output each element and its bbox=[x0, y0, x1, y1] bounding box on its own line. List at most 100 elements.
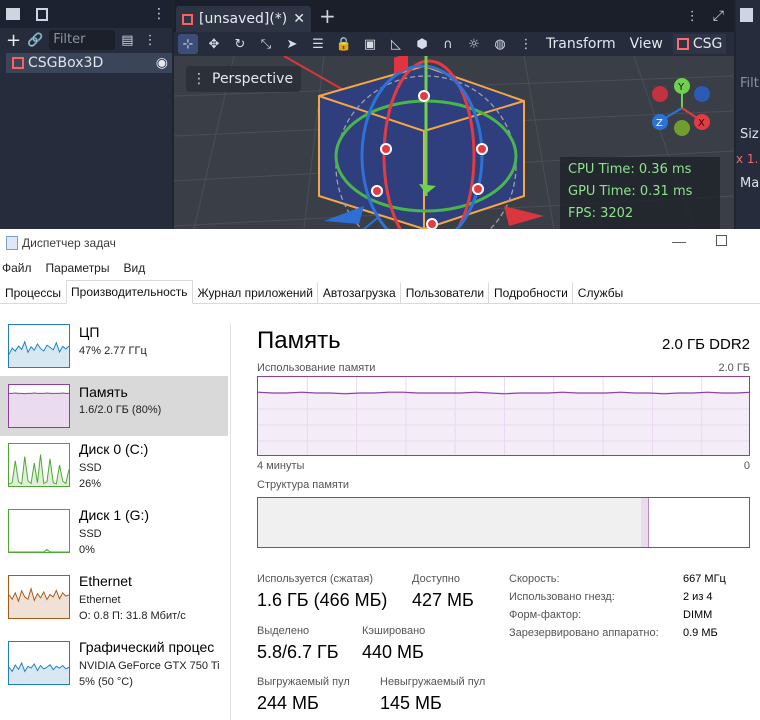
lock-icon[interactable]: 🔒 bbox=[334, 34, 354, 54]
stat-label: Невыгружаемый пул bbox=[380, 676, 486, 688]
tab-services[interactable]: Службы bbox=[573, 282, 628, 303]
sidebar-sub: Ethernet bbox=[79, 594, 121, 606]
import-icon[interactable] bbox=[36, 7, 48, 21]
inspector-size-stub: Siz bbox=[740, 127, 759, 142]
performance-sidebar: ЦП 47% 2.77 ГГц Память 1.6/2.0 ГБ (80%) … bbox=[0, 323, 228, 720]
script-icon[interactable]: ▤ bbox=[121, 33, 133, 48]
inspector-dock: Filt Siz x 1. Ma bbox=[736, 0, 760, 229]
disk1-thumbnail-graph bbox=[8, 509, 70, 553]
local-space-icon[interactable]: ⬢ bbox=[412, 34, 432, 54]
scene-menu-icon[interactable]: ⋮ bbox=[686, 9, 699, 24]
sidebar-item-memory[interactable]: Память 1.6/2.0 ГБ (80%) bbox=[0, 376, 228, 436]
sidebar-title: Память bbox=[79, 384, 128, 400]
stat-value: 440 МБ bbox=[362, 642, 424, 662]
memory-usage-graph bbox=[257, 376, 750, 456]
memory-detail-pane: Память 2.0 ГБ DDR2 Использование памяти … bbox=[257, 323, 752, 720]
sidebar-title: ЦП bbox=[79, 324, 100, 340]
cpu-time: CPU Time: 0.36 ms bbox=[568, 162, 692, 177]
viewport-area: [unsaved](*) ✕ + ⋮ ⤢ ⊹ ✥ ↻ ⤡ ➤ ☰ 🔒 ▣ ◺ ⬢… bbox=[174, 0, 734, 229]
sidebar-item-disk-0[interactable]: Диск 0 (C:) SSD 26% bbox=[0, 441, 228, 501]
sidebar-item-ethernet[interactable]: Ethernet Ethernet О: 0.8 П: 31.8 Мбит/с bbox=[0, 573, 228, 633]
dock-menu-icon[interactable]: ⋮ bbox=[152, 6, 166, 22]
inspector-script-icon[interactable] bbox=[740, 8, 753, 22]
snap-icon[interactable]: ∩ bbox=[438, 34, 458, 54]
menu-file[interactable]: Файл bbox=[2, 261, 32, 275]
csg-icon bbox=[676, 38, 689, 50]
tab-app-history[interactable]: Журнал приложений bbox=[193, 282, 318, 303]
tab-users[interactable]: Пользователи bbox=[401, 282, 490, 303]
memory-heading: Память bbox=[257, 327, 341, 354]
detail-value: 2 из 4 bbox=[683, 591, 713, 603]
minimize-button[interactable]: — bbox=[672, 233, 686, 249]
add-tab-button[interactable]: + bbox=[319, 4, 336, 28]
inspector-filter-stub[interactable]: Filt bbox=[740, 76, 759, 91]
tab-startup[interactable]: Автозагрузка bbox=[318, 282, 401, 303]
clapper-icon[interactable] bbox=[6, 8, 20, 20]
scene-dock-header: ⋮ bbox=[0, 0, 172, 28]
godot-editor: ⋮ + 🔗 Filter ▤ ⋮ CSGBox3D ◉ [unsaved](*)… bbox=[0, 0, 760, 229]
tab-processes[interactable]: Процессы bbox=[0, 282, 66, 303]
group-icon[interactable]: ▣ bbox=[360, 34, 380, 54]
sidebar-sub: SSD bbox=[79, 528, 102, 540]
node-name: CSGBox3D bbox=[28, 55, 104, 71]
sidebar-item-cpu[interactable]: ЦП 47% 2.77 ГГц bbox=[0, 323, 228, 383]
sidebar-sub: NVIDIA GeForce GTX 750 Ti bbox=[79, 660, 220, 672]
scene-dock: ⋮ + 🔗 Filter ▤ ⋮ CSGBox3D ◉ bbox=[0, 0, 172, 229]
usage-label: Использование памяти bbox=[257, 362, 376, 374]
environment-icon[interactable]: ◍ bbox=[490, 34, 510, 54]
stat-label: Выделено bbox=[257, 625, 310, 637]
view-menu[interactable]: View bbox=[626, 36, 667, 52]
stat-value: 5.8/6.7 ГБ bbox=[257, 642, 339, 662]
usage-max: 2.0 ГБ bbox=[718, 362, 750, 374]
perspective-menu[interactable]: ⋮ Perspective bbox=[186, 66, 302, 92]
scene-tab[interactable]: [unsaved](*) ✕ bbox=[176, 6, 311, 32]
sun-icon[interactable]: ☼ bbox=[464, 34, 484, 54]
rotate-mode-icon[interactable]: ↻ bbox=[230, 34, 250, 54]
visibility-eye-icon[interactable]: ◉ bbox=[156, 55, 168, 71]
close-tab-icon[interactable]: ✕ bbox=[293, 11, 305, 27]
thumbnail-area bbox=[9, 393, 69, 427]
menu-options[interactable]: Параметры bbox=[46, 261, 110, 275]
sidebar-sub-2: 5% (50 °C) bbox=[79, 676, 133, 688]
stat-value: 244 МБ bbox=[257, 693, 319, 713]
list-select-icon[interactable]: ☰ bbox=[308, 34, 328, 54]
menu-view[interactable]: Вид bbox=[123, 261, 145, 275]
disk0-thumbnail-graph bbox=[8, 443, 70, 487]
orientation-gizmo[interactable]: Y Z X bbox=[652, 76, 722, 146]
move-mode-icon[interactable]: ✥ bbox=[204, 34, 224, 54]
tab-performance[interactable]: Производительность bbox=[66, 280, 193, 304]
fps: FPS: 3202 bbox=[568, 206, 634, 221]
memory-thumbnail-graph bbox=[8, 384, 70, 428]
csg-menu[interactable]: CSG bbox=[672, 34, 727, 54]
ruler-icon[interactable]: ◺ bbox=[386, 34, 406, 54]
link-icon[interactable]: 🔗 bbox=[27, 33, 43, 48]
maximize-button[interactable] bbox=[716, 235, 727, 246]
dock-options-icon[interactable]: ⋮ bbox=[144, 33, 157, 48]
fullscreen-icon[interactable]: ⤢ bbox=[713, 8, 724, 24]
sidebar-title: Ethernet bbox=[79, 573, 132, 589]
title-bar: Диспетчер задач — bbox=[0, 229, 760, 257]
add-node-icon[interactable]: + bbox=[6, 30, 21, 51]
detail-label: Форм-фактор: bbox=[509, 609, 582, 621]
sidebar-divider bbox=[230, 323, 231, 720]
pointer-icon[interactable]: ➤ bbox=[282, 34, 302, 54]
sidebar-item-gpu[interactable]: Графический процес NVIDIA GeForce GTX 75… bbox=[0, 639, 228, 699]
scene-tree-node[interactable]: CSGBox3D ◉ bbox=[6, 53, 172, 73]
3d-viewport[interactable]: ⋮ Perspective Y Z X CPU Time: 0.36 ms GPU… bbox=[174, 56, 734, 229]
toolbar-menu-icon[interactable]: ⋮ bbox=[516, 34, 536, 54]
select-mode-icon[interactable]: ⊹ bbox=[178, 34, 198, 54]
filter-input[interactable]: Filter bbox=[49, 30, 116, 50]
transform-menu[interactable]: Transform bbox=[542, 36, 620, 52]
gizmo-label-x: X bbox=[698, 118, 705, 129]
csg-box-icon bbox=[12, 57, 24, 69]
tab-details[interactable]: Подробности bbox=[489, 282, 573, 303]
ethernet-thumbnail-graph bbox=[8, 575, 70, 619]
sidebar-sub-2: 0% bbox=[79, 544, 95, 556]
memory-type: 2.0 ГБ DDR2 bbox=[662, 336, 750, 353]
scale-mode-icon[interactable]: ⤡ bbox=[256, 34, 276, 54]
performance-stats: CPU Time: 0.36 ms GPU Time: 0.31 ms FPS:… bbox=[560, 157, 720, 229]
scene-tab-label: [unsaved](*) bbox=[199, 11, 288, 27]
sidebar-item-disk-1[interactable]: Диск 1 (G:) SSD 0% bbox=[0, 507, 228, 567]
scene-type-icon bbox=[182, 13, 193, 25]
stat-label: Используется (сжатая) bbox=[257, 573, 374, 585]
